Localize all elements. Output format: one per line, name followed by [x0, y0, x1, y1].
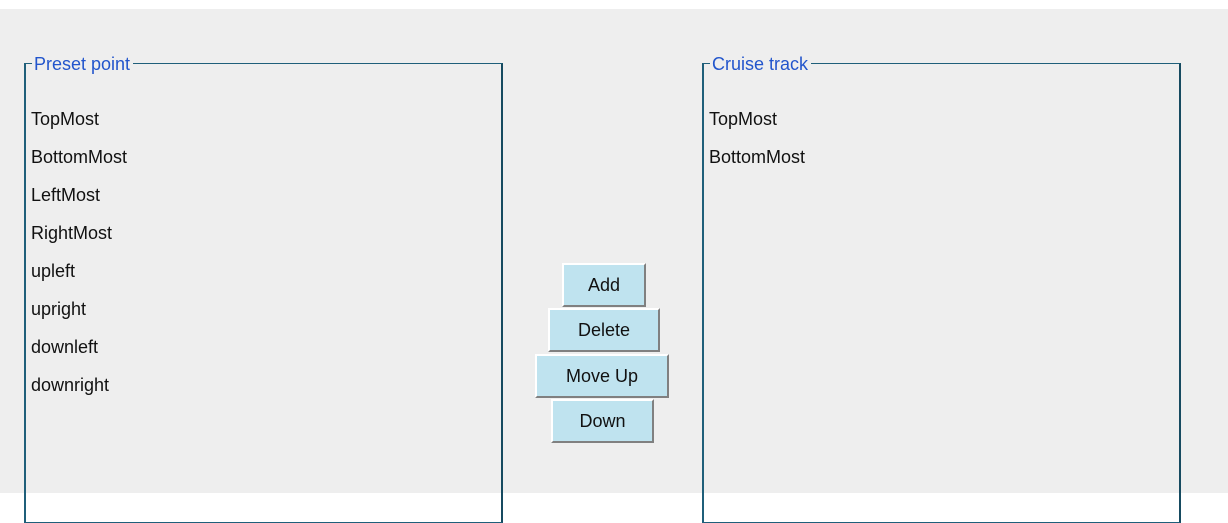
preset-point-item[interactable]: upright — [31, 290, 127, 328]
cruise-track-item[interactable]: BottomMost — [709, 138, 805, 176]
cruise-track-group: Cruise track TopMost BottomMost — [702, 54, 1181, 523]
preset-point-item[interactable]: downright — [31, 366, 127, 404]
preset-point-list[interactable]: TopMost BottomMost LeftMost RightMost up… — [31, 100, 127, 404]
preset-point-item[interactable]: TopMost — [31, 100, 127, 138]
preset-point-item[interactable]: BottomMost — [31, 138, 127, 176]
delete-button[interactable]: Delete — [548, 308, 660, 352]
move-down-button[interactable]: Down — [551, 399, 654, 443]
preset-point-title: Preset point — [32, 54, 134, 74]
preset-point-item[interactable]: RightMost — [31, 214, 127, 252]
preset-point-group: Preset point TopMost BottomMost LeftMost… — [24, 54, 503, 523]
preset-point-item[interactable]: LeftMost — [31, 176, 127, 214]
move-up-button[interactable]: Move Up — [535, 354, 669, 398]
preset-point-item[interactable]: upleft — [31, 252, 127, 290]
preset-point-item[interactable]: downleft — [31, 328, 127, 366]
cruise-track-item[interactable]: TopMost — [709, 100, 805, 138]
main-panel: Preset point TopMost BottomMost LeftMost… — [0, 9, 1228, 523]
cruise-track-title: Cruise track — [710, 54, 812, 74]
add-button[interactable]: Add — [562, 263, 646, 307]
cruise-track-list[interactable]: TopMost BottomMost — [709, 100, 805, 176]
